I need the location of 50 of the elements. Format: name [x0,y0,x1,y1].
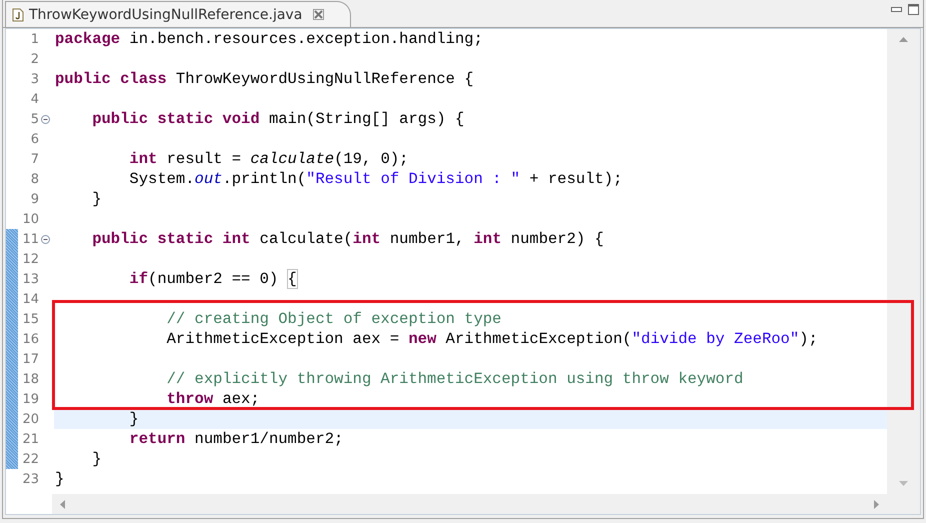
code-line: // explicitly throwing ArithmeticException using throw keyword [166,369,744,389]
scroll-right-icon[interactable] [874,500,879,508]
line-number: 4 [30,92,39,106]
line-number: 1 [30,32,39,46]
line-number: 19 [21,392,39,406]
line-number: 21 [21,432,39,446]
close-icon[interactable] [313,9,324,20]
vertical-scrollbar[interactable] [887,29,920,514]
code-line: ArithmeticException aex = new ArithmeticException("divide by ZeeRoo"); [166,329,819,349]
code-line: int result = calculate(19, 0); [128,149,410,169]
editor-tab[interactable]: ThrowKeywordUsingNullReference.java [5,1,352,27]
code-line: if(number2 == 0) { [128,269,298,289]
code-line: public static int calculate(int number1, int number2) { [91,229,605,249]
line-number: 22 [21,452,39,466]
line-number: 13 [21,272,39,286]
line-number: 14 [21,292,39,306]
line-number: 7 [30,152,39,166]
line-number: 9 [30,192,39,206]
line-number: 5 [30,112,39,126]
line-number: 20 [21,412,39,426]
java-file-icon [12,8,24,22]
code-line: System.out.println("Result of Division : " + result); [128,169,624,189]
code-line: return number1/number2; [128,429,344,449]
line-number: 11 [21,232,39,246]
collapse-icon[interactable] [41,234,50,244]
line-number: 8 [30,172,39,186]
code-line: package in.bench.resources.exception.handling; [54,29,484,49]
maximize-icon[interactable] [908,4,919,15]
line-number: 2 [30,52,39,66]
line-number: 17 [21,352,39,366]
line-number: 6 [30,132,39,146]
scroll-left-icon[interactable] [60,500,65,508]
line-number: 23 [21,472,39,486]
code-line: // creating Object of exception type [166,309,502,329]
scroll-up-icon[interactable] [899,37,908,42]
line-number: 16 [21,332,39,346]
line-number: 12 [21,252,39,266]
line-number: 10 [21,212,39,226]
code-line: public static void main(String[] args) { [91,109,466,129]
line-number: 15 [21,312,39,326]
code-line: throw aex; [166,389,261,409]
minimize-icon[interactable] [891,7,902,12]
code-line: } [54,469,66,489]
code-line: } [91,189,103,209]
line-number: 3 [30,72,39,86]
code-line: public class ThrowKeywordUsingNullReference { [54,69,475,89]
horizontal-scrollbar[interactable] [52,494,887,514]
code-line: } [91,449,103,469]
line-number: 18 [21,372,39,386]
collapse-icon[interactable] [41,114,50,124]
